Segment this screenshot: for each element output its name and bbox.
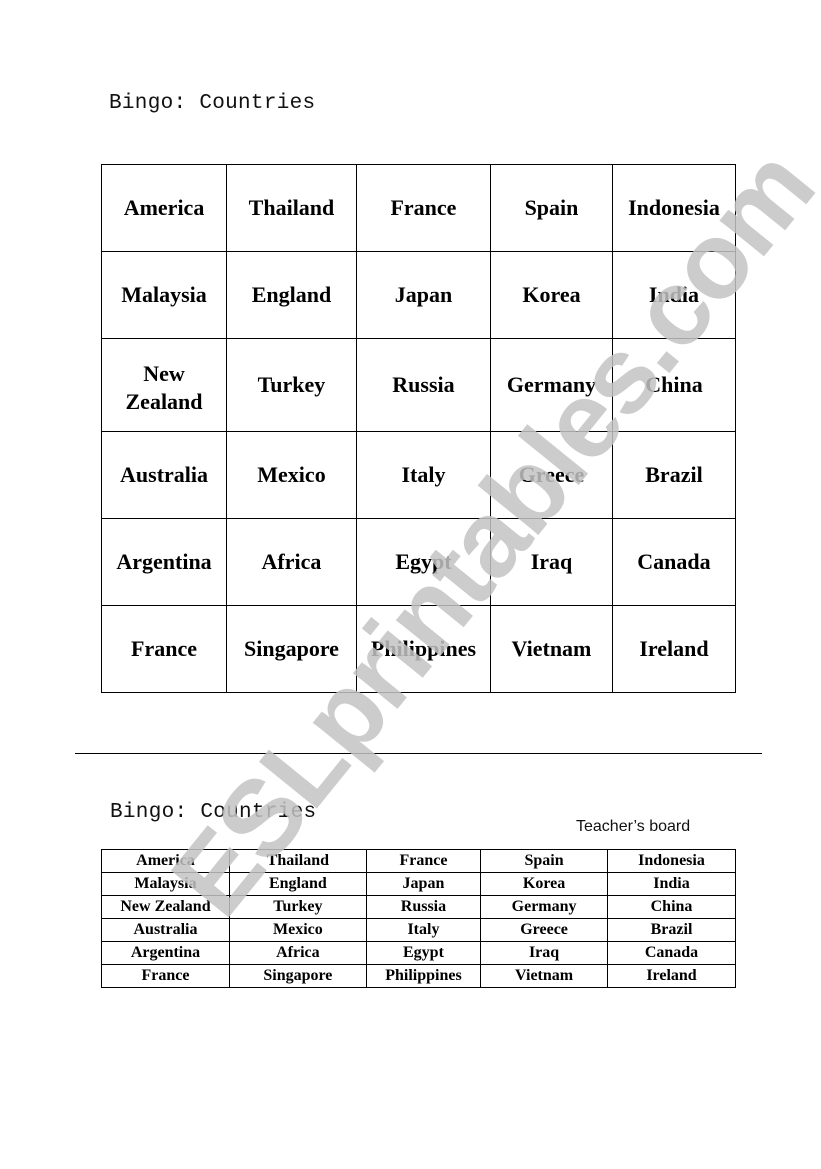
board-cell: Japan (365, 872, 482, 896)
board-cell: France (100, 605, 228, 693)
board-cell: Spain (480, 849, 609, 873)
board-cell: Singapore (228, 964, 367, 988)
board-cell: America (101, 849, 230, 873)
board-cell: Australia (100, 431, 228, 519)
board-cell: Mexico (226, 431, 357, 519)
board-row: Australia Mexico Italy Greece Brazil (101, 918, 736, 942)
board-cell: India (611, 251, 737, 339)
board-cell: Canada (607, 941, 736, 965)
board-cell: New Zealand (100, 338, 228, 432)
board-cell: Japan (355, 251, 492, 339)
board-cell: America (100, 164, 228, 252)
board-cell: Indonesia (607, 849, 736, 873)
board-cell: Argentina (101, 941, 230, 965)
board-cell: Africa (226, 518, 357, 606)
student-bingo-board: America Thailand France Spain Indonesia Malay… (100, 164, 737, 693)
board-cell: Malaysia (100, 251, 228, 339)
board-cell: Brazil (607, 918, 736, 942)
board-row: America Thailand France Spain Indonesia (101, 849, 736, 873)
board-cell: Ireland (611, 605, 737, 693)
board-cell: Spain (490, 164, 613, 252)
board-cell: Indonesia (611, 164, 737, 252)
board-cell: Russia (365, 895, 482, 919)
board-cell: Thailand (228, 849, 367, 873)
worksheet-title: Bingo: Countries (109, 92, 316, 115)
board-cell: Thailand (226, 164, 357, 252)
board-row: New Zealand Turkey Russia Germany China (100, 338, 737, 432)
board-cell: Russia (355, 338, 492, 432)
board-row: New Zealand Turkey Russia Germany China (101, 895, 736, 919)
board-cell: Greece (490, 431, 613, 519)
board-cell: Canada (611, 518, 737, 606)
board-cell: France (365, 849, 482, 873)
teacher-bingo-board: America Thailand France Spain Indonesia Malay… (101, 849, 736, 988)
board-row: Malaysia England Japan Korea India (100, 251, 737, 339)
board-row: Malaysia England Japan Korea India (101, 872, 736, 896)
board-cell: India (607, 872, 736, 896)
board-cell: Vietnam (490, 605, 613, 693)
board-cell: Egypt (365, 941, 482, 965)
board-cell: England (228, 872, 367, 896)
board-row: Argentina Africa Egypt Iraq Canada (100, 518, 737, 606)
board-row: France Singapore Philippines Vietnam Ireland (100, 605, 737, 693)
board-cell: Iraq (490, 518, 613, 606)
board-cell: Germany (490, 338, 613, 432)
board-cell: Egypt (355, 518, 492, 606)
board-row: Argentina Africa Egypt Iraq Canada (101, 941, 736, 965)
board-cell: China (607, 895, 736, 919)
board-cell: France (355, 164, 492, 252)
board-cell: Philippines (355, 605, 492, 693)
board-row: America Thailand France Spain Indonesia (100, 164, 737, 252)
board-cell: Africa (228, 941, 367, 965)
teacher-board-label: Teacher’s board (576, 818, 691, 835)
board-cell: New Zealand (101, 895, 230, 919)
board-cell: Philippines (365, 964, 482, 988)
board-cell: China (611, 338, 737, 432)
cut-line-divider (75, 753, 762, 754)
board-cell: Ireland (607, 964, 736, 988)
board-row: Australia Mexico Italy Greece Brazil (100, 431, 737, 519)
teacher-section-title: Bingo: Countries (110, 801, 317, 824)
board-cell: Brazil (611, 431, 737, 519)
board-cell: Mexico (228, 918, 367, 942)
board-cell: Greece (480, 918, 609, 942)
board-cell: Turkey (226, 338, 357, 432)
board-cell: Singapore (226, 605, 357, 693)
board-cell: Argentina (100, 518, 228, 606)
board-cell: Korea (480, 872, 609, 896)
board-cell: Malaysia (101, 872, 230, 896)
board-cell: Germany (480, 895, 609, 919)
board-row: France Singapore Philippines Vietnam Ireland (101, 964, 736, 988)
board-cell: France (101, 964, 230, 988)
board-cell: Australia (101, 918, 230, 942)
board-cell: Vietnam (480, 964, 609, 988)
board-cell: Turkey (228, 895, 367, 919)
board-cell: Italy (365, 918, 482, 942)
board-cell: Italy (355, 431, 492, 519)
board-cell: England (226, 251, 357, 339)
board-cell: Iraq (480, 941, 609, 965)
board-cell: Korea (490, 251, 613, 339)
